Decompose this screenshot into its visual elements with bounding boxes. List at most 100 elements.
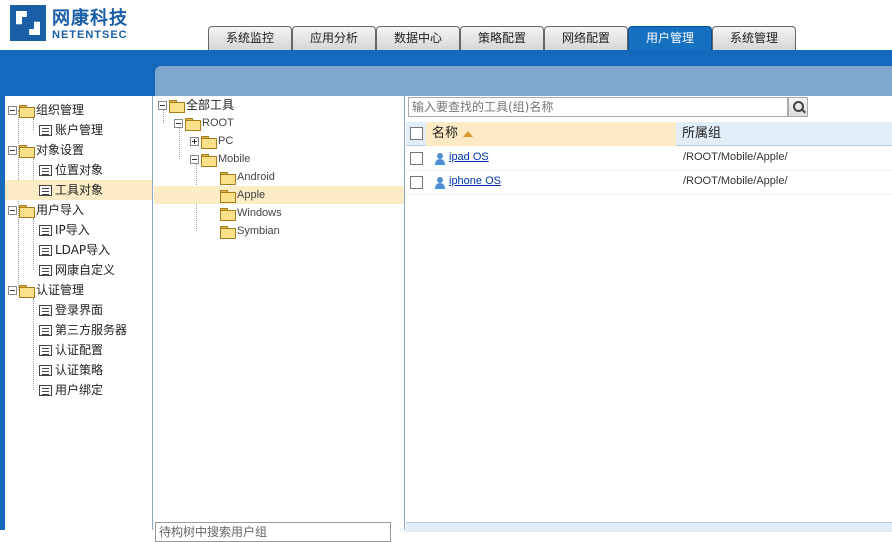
title-bar [0,50,892,96]
brand-name-en: NETENTSEC [52,29,128,41]
sidebar-item-ip-import[interactable]: IP导入 [39,220,90,240]
folder-icon [201,153,217,167]
folder-icon [19,204,35,218]
tab-system-management[interactable]: 系统管理 [712,26,796,50]
sidebar-item-label: 工具对象 [55,183,104,197]
sidebar-item-label: 网康自定义 [55,263,116,277]
folder-icon [220,225,236,239]
tree-node-windows[interactable]: Windows [220,204,282,222]
app-header: 网康科技 NETENTSEC 系统监控 应用分析 数据中心 策略配置 网络配置 … [0,0,892,52]
sidebar-item-label: IP导入 [55,223,90,237]
grid-header: 名称 所属组 [406,122,892,146]
folder-icon [169,99,185,113]
sidebar-item-label: 第三方服务器 [55,323,128,337]
tab-app-analysis[interactable]: 应用分析 [292,26,376,50]
page-icon [39,224,52,236]
page-icon [39,164,52,176]
sidebar-tree-line [33,298,34,390]
sidebar-item-label: 账户管理 [55,123,104,137]
collapse-icon[interactable] [174,118,183,128]
collapse-icon[interactable] [8,105,17,115]
collapse-icon[interactable] [8,145,17,155]
tab-network-config[interactable]: 网络配置 [544,26,628,50]
sidebar-group-org[interactable]: 组织管理 [8,100,84,120]
sidebar-item-auth-policy[interactable]: 认证策略 [39,360,103,380]
tree-root[interactable]: 全部工具 [158,96,234,114]
netentsec-logo: 网康科技 NETENTSEC [10,5,150,43]
tree-node-root[interactable]: ROOT [174,114,234,132]
tree-node-apple[interactable]: Apple [154,186,404,204]
sidebar-group-label: 对象设置 [36,143,85,157]
tab-policy-config[interactable]: 策略配置 [460,26,544,50]
sidebar-tree-line [33,218,34,270]
sidebar-group-label: 组织管理 [36,103,85,117]
sidebar-item-auth-config[interactable]: 认证配置 [39,340,103,360]
search-button[interactable] [788,97,808,117]
tab-user-management[interactable]: 用户管理 [628,26,712,50]
tree-search-input[interactable]: 待构树中搜索用户组 [155,522,391,542]
expand-icon[interactable] [190,136,199,146]
collapse-icon[interactable] [158,100,167,110]
row-checkbox[interactable] [410,152,423,165]
sidebar-item-ldap-import[interactable]: LDAP导入 [39,240,110,260]
page-icon [39,244,52,256]
folder-icon [19,104,35,118]
pagination-bar [406,522,892,532]
sidebar-item-label: LDAP导入 [55,243,111,257]
tree-node-pc[interactable]: PC [190,132,233,150]
sidebar-group-label: 认证管理 [36,283,85,297]
tool-group-path: /ROOT/Mobile/Apple/ [683,175,788,187]
sidebar-item-login-page[interactable]: 登录界面 [39,300,103,320]
tool-name-link[interactable]: iphone OS [449,175,501,187]
folder-icon [19,144,35,158]
tab-data-center[interactable]: 数据中心 [376,26,460,50]
page-icon [39,344,52,356]
collapse-icon[interactable] [190,154,199,164]
sidebar-item-third-party-server[interactable]: 第三方服务器 [39,320,127,340]
collapse-icon[interactable] [8,285,17,295]
sort-ascending-icon [463,130,474,137]
sidebar-item-location-object[interactable]: 位置对象 [39,160,103,180]
row-checkbox[interactable] [410,176,423,189]
sidebar-item-user-binding[interactable]: 用户绑定 [39,380,103,400]
sidebar-item-tool-object[interactable]: 工具对象 [5,180,152,200]
page-icon [39,264,52,276]
page-icon [39,364,52,376]
page-icon [39,124,52,136]
tree-node-symbian[interactable]: Symbian [220,222,280,240]
folder-icon [19,284,35,298]
folder-icon [185,117,201,131]
folder-icon [201,135,217,149]
page-icon [39,384,52,396]
brand-name-cn: 网康科技 [52,8,128,29]
select-all-checkbox[interactable] [410,127,423,140]
search-input[interactable] [408,97,788,117]
tool-group-path: /ROOT/Mobile/Apple/ [683,151,788,163]
sidebar-item-account[interactable]: 账户管理 [39,120,103,140]
sidebar-item-custom[interactable]: 网康自定义 [39,260,115,280]
sidebar-item-label: 用户绑定 [55,383,104,397]
user-icon [434,153,446,165]
sidebar-group-user-import[interactable]: 用户导入 [8,200,84,220]
sidebar-item-label: 位置对象 [55,163,104,177]
sidebar: 组织管理 账户管理 对象设置 位置对象 工具对象 用户导入 IP导入 LDAP导… [0,96,153,530]
column-header-group[interactable]: 所属组 [682,122,721,146]
folder-icon [220,171,236,185]
tool-group-tree: 全部工具 ROOT PC Mobile Android Apple Window… [154,96,405,542]
table-row[interactable]: ipad OS /ROOT/Mobile/Apple/ [406,147,892,171]
page-icon [39,304,52,316]
tree-node-android[interactable]: Android [220,168,275,186]
main-tabs: 系统监控 应用分析 数据中心 策略配置 网络配置 用户管理 系统管理 [208,26,796,50]
tree-node-mobile[interactable]: Mobile [190,150,250,168]
table-row[interactable]: iphone OS /ROOT/Mobile/Apple/ [406,171,892,195]
tool-name-link[interactable]: ipad OS [449,151,489,163]
page-icon [39,184,52,196]
sidebar-group-objects[interactable]: 对象设置 [8,140,84,160]
sidebar-group-auth[interactable]: 认证管理 [8,280,84,300]
collapse-icon[interactable] [8,205,17,215]
tab-system-monitor[interactable]: 系统监控 [208,26,292,50]
column-header-name[interactable]: 名称 [426,122,676,146]
sidebar-item-label: 认证策略 [55,363,104,377]
logo-mark-icon [10,5,46,41]
page-icon [39,324,52,336]
